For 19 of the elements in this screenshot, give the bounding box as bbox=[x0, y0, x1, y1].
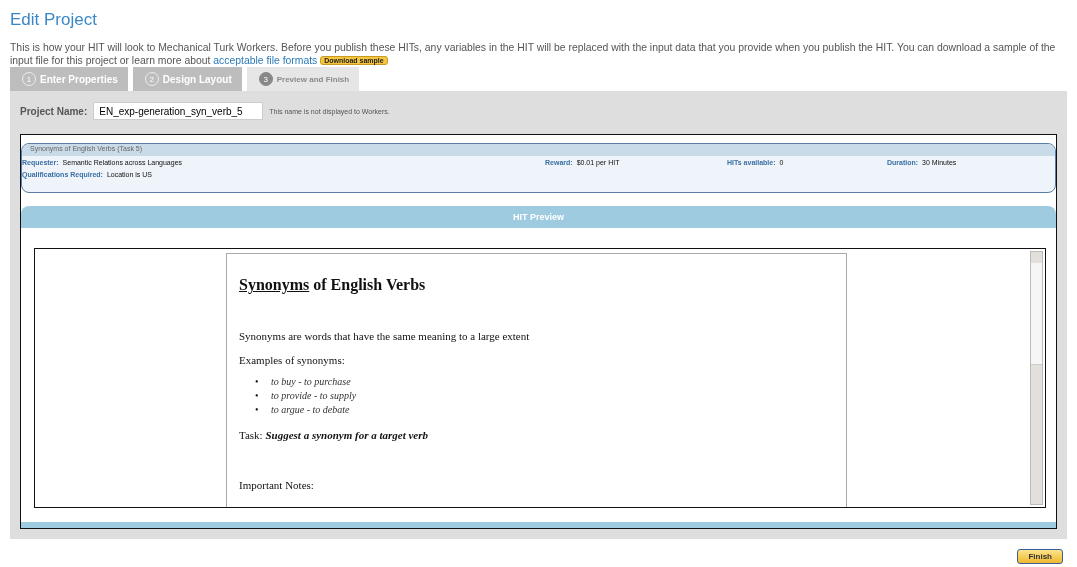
document-heading: Synonyms of English Verbs bbox=[239, 276, 427, 294]
project-name-field[interactable]: EN_exp-generation_syn_verb_5 bbox=[93, 102, 264, 120]
intro-text: Synonyms are words that have the same meaning to a large extent bbox=[239, 330, 531, 342]
scrollbar[interactable] bbox=[1030, 251, 1043, 505]
step-tab[interactable]: 3 Preview and Finish bbox=[246, 67, 360, 91]
project-name-label: Project Name: bbox=[20, 105, 88, 117]
page-title: Edit Project bbox=[10, 9, 98, 31]
task-text: Task: Suggest a synonym for a target verb bbox=[239, 429, 429, 441]
bullet: • bbox=[255, 403, 260, 417]
example-item: to provide - to supply bbox=[271, 389, 357, 403]
notes-label: Important Notes: bbox=[239, 479, 315, 491]
bullet: • bbox=[255, 375, 260, 389]
example-item: to buy - to purchase bbox=[271, 375, 351, 389]
preview-header: HIT Preview bbox=[21, 206, 1056, 228]
finish-button[interactable]: Finish bbox=[1017, 549, 1063, 564]
example-item: to argue - to debate bbox=[271, 403, 350, 417]
bullet: • bbox=[255, 389, 260, 403]
examples-label: Examples of synonyms: bbox=[239, 354, 346, 366]
file-formats-link[interactable]: acceptable file formats bbox=[213, 55, 318, 66]
